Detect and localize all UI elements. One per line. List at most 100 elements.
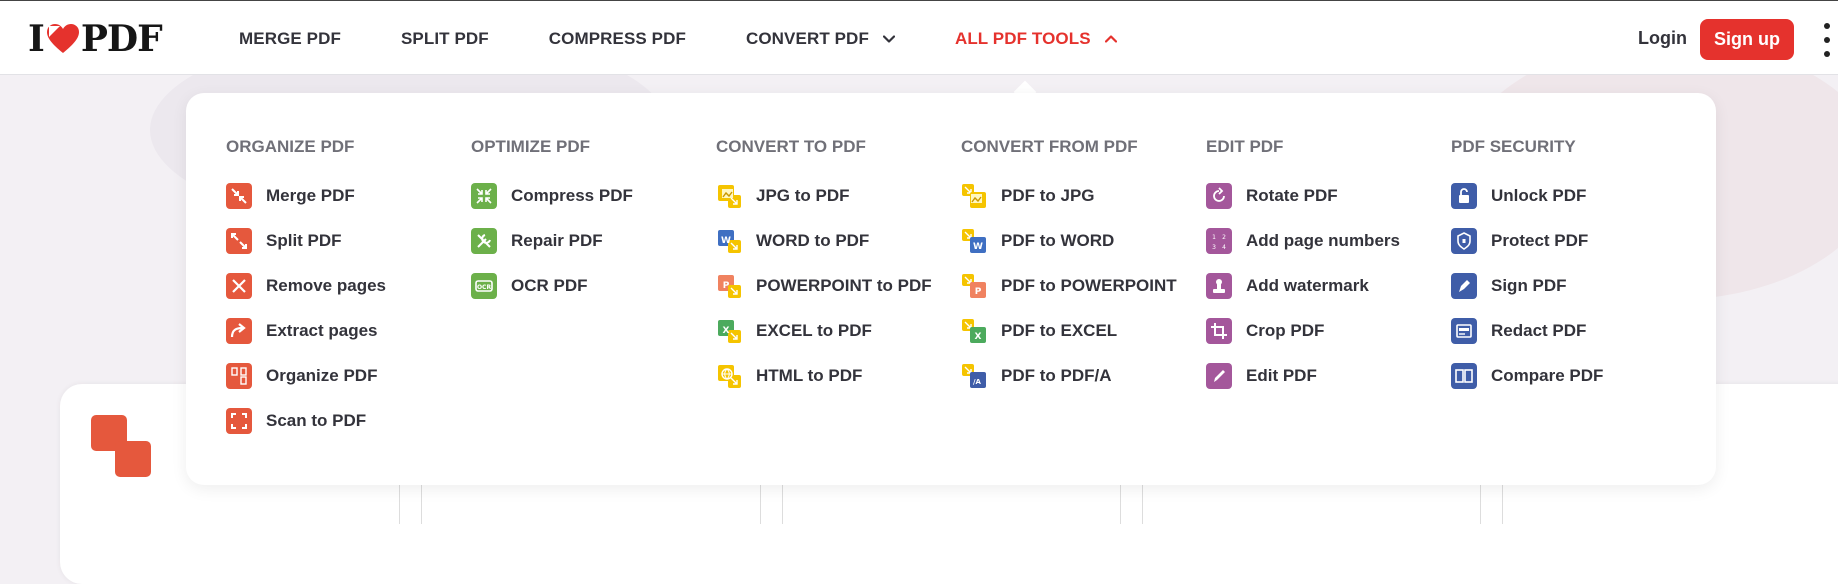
- nav-all-pdf-tools[interactable]: ALL PDF TOOLS: [955, 29, 1117, 49]
- svg-text:4: 4: [1222, 244, 1226, 251]
- menu-item-edit-pdf[interactable]: Edit PDF: [1206, 363, 1317, 389]
- repair-pdf-icon: [471, 228, 497, 254]
- signup-button[interactable]: Sign up: [1700, 19, 1794, 60]
- menu-item-compare-pdf[interactable]: Compare PDF: [1451, 363, 1603, 389]
- ocr-pdf-icon: OCR: [471, 273, 497, 299]
- menu-column-title: PDF SECURITY: [1451, 137, 1576, 156]
- menu-item-label: Edit PDF: [1246, 366, 1317, 385]
- menu-column-title: ORGANIZE PDF: [226, 137, 355, 156]
- menu-item-label: PDF to WORD: [1001, 231, 1115, 250]
- sign-pdf-icon: [1451, 273, 1477, 299]
- menu-item-pdf-to-jpg[interactable]: PDF to JPG: [961, 183, 1095, 209]
- menu-item-label: Add watermark: [1246, 276, 1369, 295]
- ilovepdf-logo[interactable]: I PDF: [28, 18, 163, 60]
- menu-item-label: Repair PDF: [511, 231, 603, 250]
- nav-compress-pdf[interactable]: COMPRESS PDF: [549, 29, 686, 49]
- merge-pdf-icon: [226, 183, 252, 209]
- menu-item-pdf-to-powerpoint[interactable]: P PDF to POWERPOINT: [961, 273, 1177, 299]
- nav-convert-pdf[interactable]: CONVERT PDF: [746, 29, 895, 49]
- nav-label: MERGE PDF: [239, 28, 341, 48]
- powerpoint-to-pdf-icon: P: [716, 273, 742, 299]
- scan-to-pdf-icon: [226, 408, 252, 434]
- menu-item-organize-pdf[interactable]: Organize PDF: [226, 363, 377, 389]
- menu-item-compress-pdf[interactable]: Compress PDF: [471, 183, 633, 209]
- menu-item-remove-pages[interactable]: Remove pages: [226, 273, 386, 299]
- excel-to-pdf-icon: X: [716, 318, 742, 344]
- menu-item-label: Rotate PDF: [1246, 186, 1338, 205]
- menu-item-label: Protect PDF: [1491, 231, 1589, 250]
- all-tools-dropdown: ORGANIZE PDF Merge PDF Split PDF Remove pag…: [186, 93, 1716, 485]
- menu-item-label: JPG to PDF: [756, 186, 850, 205]
- menu-item-extract-pages[interactable]: Extract pages: [226, 318, 378, 344]
- menu-item-label: Compress PDF: [511, 186, 633, 205]
- split-pdf-icon: [226, 228, 252, 254]
- menu-item-html-to-pdf[interactable]: HTML to PDF: [716, 363, 862, 389]
- svg-text:/A: /A: [973, 378, 982, 386]
- chevron-up-icon: [1104, 34, 1117, 43]
- menu-item-word-to-pdf[interactable]: W WORD to PDF: [716, 228, 869, 254]
- pdf-to-pdfa-icon: /A: [961, 363, 987, 389]
- extract-pages-icon: [226, 318, 252, 344]
- menu-item-label: WORD to PDF: [756, 231, 870, 250]
- main-nav: MERGE PDF SPLIT PDF COMPRESS PDF CONVERT…: [239, 1, 1177, 76]
- organize-pdf-icon: [226, 363, 252, 389]
- menu-item-protect-pdf[interactable]: Protect PDF: [1451, 228, 1588, 254]
- nav-split-pdf[interactable]: SPLIT PDF: [401, 29, 489, 49]
- compress-pdf-icon: [471, 183, 497, 209]
- menu-item-label: Remove pages: [266, 276, 386, 295]
- menu-item-ocr-pdf[interactable]: OCR OCR PDF: [471, 273, 588, 299]
- nav-merge-pdf[interactable]: MERGE PDF: [239, 29, 341, 49]
- menu-item-pdf-to-word[interactable]: W PDF to WORD: [961, 228, 1114, 254]
- menu-item-label: PDF to POWERPOINT: [1001, 276, 1177, 295]
- menu-column-title: EDIT PDF: [1206, 137, 1284, 156]
- menu-item-pdf-to-excel[interactable]: X PDF to EXCEL: [961, 318, 1117, 344]
- menu-item-redact-pdf[interactable]: Redact PDF: [1451, 318, 1586, 344]
- protect-pdf-icon: [1451, 228, 1477, 254]
- menu-item-label: Compare PDF: [1491, 366, 1604, 385]
- pdf-to-powerpoint-icon: P: [961, 273, 987, 299]
- menu-item-label: Organize PDF: [266, 366, 378, 385]
- menu-item-rotate-pdf[interactable]: Rotate PDF: [1206, 183, 1338, 209]
- svg-text:P: P: [975, 287, 982, 297]
- pdf-to-word-icon: W: [961, 228, 987, 254]
- menu-item-excel-to-pdf[interactable]: X EXCEL to PDF: [716, 318, 872, 344]
- page-numbers-icon: 1234: [1206, 228, 1232, 254]
- menu-item-label: PDF to JPG: [1001, 186, 1095, 205]
- menu-item-repair-pdf[interactable]: Repair PDF: [471, 228, 603, 254]
- menu-item-label: PDF to PDF/A: [1001, 366, 1112, 385]
- menu-item-label: HTML to PDF: [756, 366, 863, 385]
- menu-item-label: Extract pages: [266, 321, 378, 340]
- jpg-to-pdf-icon: [716, 183, 742, 209]
- menu-item-add-watermark[interactable]: Add watermark: [1206, 273, 1369, 299]
- merge-pdf-large-icon: [91, 415, 151, 477]
- menu-item-label: Sign PDF: [1491, 276, 1567, 295]
- menu-item-sign-pdf[interactable]: Sign PDF: [1451, 273, 1567, 299]
- menu-item-label: Unlock PDF: [1491, 186, 1587, 205]
- menu-item-split-pdf[interactable]: Split PDF: [226, 228, 342, 254]
- edit-pdf-icon: [1206, 363, 1232, 389]
- menu-column-title: OPTIMIZE PDF: [471, 137, 590, 156]
- menu-item-label: Redact PDF: [1491, 321, 1587, 340]
- redact-pdf-icon: [1451, 318, 1477, 344]
- menu-item-powerpoint-to-pdf[interactable]: P POWERPOINT to PDF: [716, 273, 932, 299]
- menu-item-merge-pdf[interactable]: Merge PDF: [226, 183, 355, 209]
- menu-item-add-page-numbers[interactable]: 1 2 3 4 Add page numbers: [1206, 228, 1400, 254]
- menu-item-jpg-to-pdf[interactable]: JPG to PDF: [716, 183, 850, 209]
- svg-text:1: 1: [1212, 234, 1216, 241]
- more-options-icon[interactable]: [1822, 23, 1832, 57]
- menu-item-scan-to-pdf[interactable]: Scan to PDF: [226, 408, 366, 434]
- html-to-pdf-icon: [716, 363, 742, 389]
- menu-item-crop-pdf[interactable]: Crop PDF: [1206, 318, 1324, 344]
- logo-text-right: PDF: [80, 18, 163, 60]
- menu-item-pdf-to-pdf-a[interactable]: /A PDF to PDF/A: [961, 363, 1112, 389]
- menu-item-unlock-pdf[interactable]: Unlock PDF: [1451, 183, 1586, 209]
- nav-label: CONVERT PDF: [745, 28, 869, 48]
- top-navbar: I PDF MERGE PDF SPLIT PDF COMPRESS PDF C…: [0, 0, 1838, 75]
- watermark-icon: [1206, 273, 1232, 299]
- svg-text:W: W: [973, 242, 983, 252]
- pdf-to-excel-icon: X: [961, 318, 987, 344]
- heart-icon: [46, 24, 79, 53]
- login-link[interactable]: Login: [1638, 28, 1687, 49]
- compare-pdf-icon: [1451, 363, 1477, 389]
- menu-item-label: OCR PDF: [511, 276, 588, 295]
